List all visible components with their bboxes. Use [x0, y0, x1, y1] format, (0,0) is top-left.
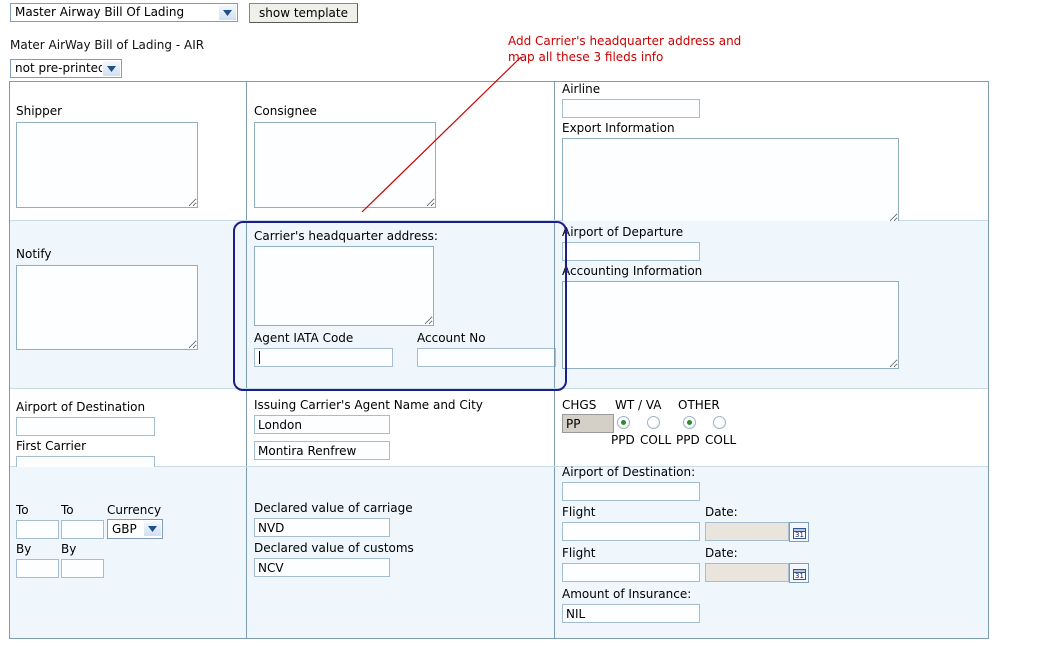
cell-charges: CHGS WT / VA OTHER PPD COLL PPD COLL: [554, 389, 988, 466]
cell-issuing-carrier-agent: Issuing Carrier's Agent Name and City: [246, 389, 554, 466]
by1-label: By: [16, 542, 32, 556]
radio-wtva-ppd[interactable]: [617, 416, 630, 429]
shipper-label: Shipper: [16, 104, 63, 118]
issuing-carrier-agent-label: Issuing Carrier's Agent Name and City: [254, 398, 483, 412]
currency-select[interactable]: GBP: [107, 519, 163, 539]
cell-flights: Airport of Destination: Flight Date: 31 …: [554, 465, 988, 638]
airport-of-destination-left-label: Airport of Destination: [16, 400, 146, 414]
declared-value-carriage-label: Declared value of carriage: [254, 501, 413, 515]
document-title: Mater AirWay Bill of Lading - AIR: [10, 38, 205, 52]
by2-input[interactable]: [61, 559, 104, 578]
export-information-textarea[interactable]: [562, 138, 899, 223]
date1-label: Date:: [705, 505, 738, 519]
airway-bill-form-grid: Shipper Consignee Airline Export Informa…: [9, 81, 989, 639]
notify-label: Notify: [16, 247, 52, 261]
form-row-notify: Notify Carrier's headquarter address: Ag…: [10, 221, 988, 389]
wtva-coll-label: COLL: [640, 433, 672, 447]
airport-of-destination-right-input[interactable]: [562, 482, 700, 501]
calendar-icon[interactable]: 31: [789, 563, 809, 583]
airport-of-departure-input[interactable]: [562, 242, 700, 261]
text-caret: [259, 351, 260, 364]
airport-of-destination-right-label: Airport of Destination:: [562, 465, 696, 479]
flight1-input[interactable]: [562, 522, 700, 541]
date1-input: [705, 522, 789, 541]
other-ppd-label: PPD: [676, 433, 700, 447]
cell-routing: To To Currency GBP By By: [10, 467, 246, 638]
declared-value-customs-input[interactable]: [254, 558, 390, 577]
currency-select-value: GBP: [112, 522, 137, 536]
other-label: OTHER: [678, 398, 720, 412]
cell-consignee: Consignee: [246, 82, 554, 220]
flight2-input[interactable]: [562, 563, 700, 582]
wtva-ppd-label: PPD: [611, 433, 635, 447]
cell-destination-first-carrier: Airport of Destination First Carrier: [10, 389, 246, 475]
template-select-value: Master Airway Bill Of Lading: [15, 5, 185, 19]
radio-other-coll[interactable]: [713, 416, 726, 429]
account-no-input[interactable]: [417, 348, 556, 367]
svg-text:31: 31: [795, 572, 804, 580]
chevron-down-icon[interactable]: [218, 5, 236, 20]
preprint-select[interactable]: not pre-printed: [10, 59, 122, 78]
template-select[interactable]: Master Airway Bill Of Lading: [10, 3, 238, 22]
cell-airline-export: Airline Export Information: [554, 82, 988, 223]
cell-notify: Notify: [10, 221, 246, 388]
issuing-carrier-city-input[interactable]: [254, 415, 390, 434]
chgs-label: CHGS: [562, 398, 597, 412]
radio-wtva-coll[interactable]: [647, 416, 660, 429]
annotation-line-1: Add Carrier's headquarter address and: [508, 34, 742, 48]
chgs-input: [562, 414, 614, 433]
carrier-hq-address-label: Carrier's headquarter address:: [254, 229, 438, 243]
agent-iata-code-label: Agent IATA Code: [254, 331, 354, 345]
cell-declared-values: Declared value of carriage Declared valu…: [246, 467, 554, 638]
radio-other-ppd[interactable]: [683, 416, 696, 429]
by2-label: By: [61, 542, 77, 556]
notify-textarea[interactable]: [16, 265, 198, 350]
date2-input: [705, 563, 789, 582]
currency-label: Currency: [107, 503, 162, 517]
other-coll-label: COLL: [705, 433, 737, 447]
wt-va-label: WT / VA: [615, 398, 662, 412]
svg-text:31: 31: [795, 531, 804, 539]
by1-input[interactable]: [16, 559, 59, 578]
to2-label: To: [61, 503, 74, 517]
shipper-textarea[interactable]: [16, 122, 198, 208]
export-information-label: Export Information: [562, 121, 675, 135]
to1-label: To: [16, 503, 29, 517]
airline-input[interactable]: [562, 99, 700, 118]
form-row-shipper: Shipper Consignee Airline Export Informa…: [10, 82, 988, 223]
declared-value-carriage-input[interactable]: [254, 518, 390, 537]
consignee-textarea[interactable]: [254, 122, 436, 208]
form-row-destination: Airport of Destination First Carrier Iss…: [10, 389, 988, 475]
chevron-down-icon[interactable]: [143, 521, 161, 536]
cell-departure-accounting: Airport of Departure Accounting Informat…: [554, 221, 988, 388]
airline-label: Airline: [562, 82, 601, 96]
chevron-down-icon[interactable]: [102, 61, 120, 76]
accounting-information-textarea[interactable]: [562, 281, 899, 369]
airport-of-destination-left-input[interactable]: [16, 417, 155, 436]
amount-of-insurance-input[interactable]: [562, 604, 700, 623]
accounting-information-label: Accounting Information: [562, 264, 703, 278]
declared-value-customs-label: Declared value of customs: [254, 541, 414, 555]
first-carrier-label: First Carrier: [16, 439, 87, 453]
date2-label: Date:: [705, 546, 738, 560]
annotation-line-2: map all these 3 fileds info: [508, 50, 664, 64]
agent-iata-code-input[interactable]: [254, 348, 393, 367]
airport-of-departure-label: Airport of Departure: [562, 225, 684, 239]
flight2-label: Flight: [562, 546, 596, 560]
carrier-hq-address-textarea[interactable]: [254, 246, 434, 326]
calendar-icon[interactable]: 31: [789, 522, 809, 542]
top-toolbar: Master Airway Bill Of Lading show templa…: [0, 0, 1037, 32]
issuing-carrier-name-input[interactable]: [254, 441, 390, 460]
to1-input[interactable]: [16, 520, 59, 539]
to2-input[interactable]: [61, 520, 104, 539]
cell-carrier-hq: Carrier's headquarter address: Agent IAT…: [246, 221, 556, 388]
amount-of-insurance-label: Amount of Insurance:: [562, 587, 692, 601]
form-row-routing: To To Currency GBP By By Declared value …: [10, 465, 988, 638]
cell-shipper: Shipper: [10, 82, 246, 220]
show-template-button[interactable]: show template: [249, 3, 358, 23]
consignee-label: Consignee: [254, 104, 317, 118]
account-no-label: Account No: [417, 331, 486, 345]
flight1-label: Flight: [562, 505, 596, 519]
preprint-select-value: not pre-printed: [15, 61, 106, 75]
